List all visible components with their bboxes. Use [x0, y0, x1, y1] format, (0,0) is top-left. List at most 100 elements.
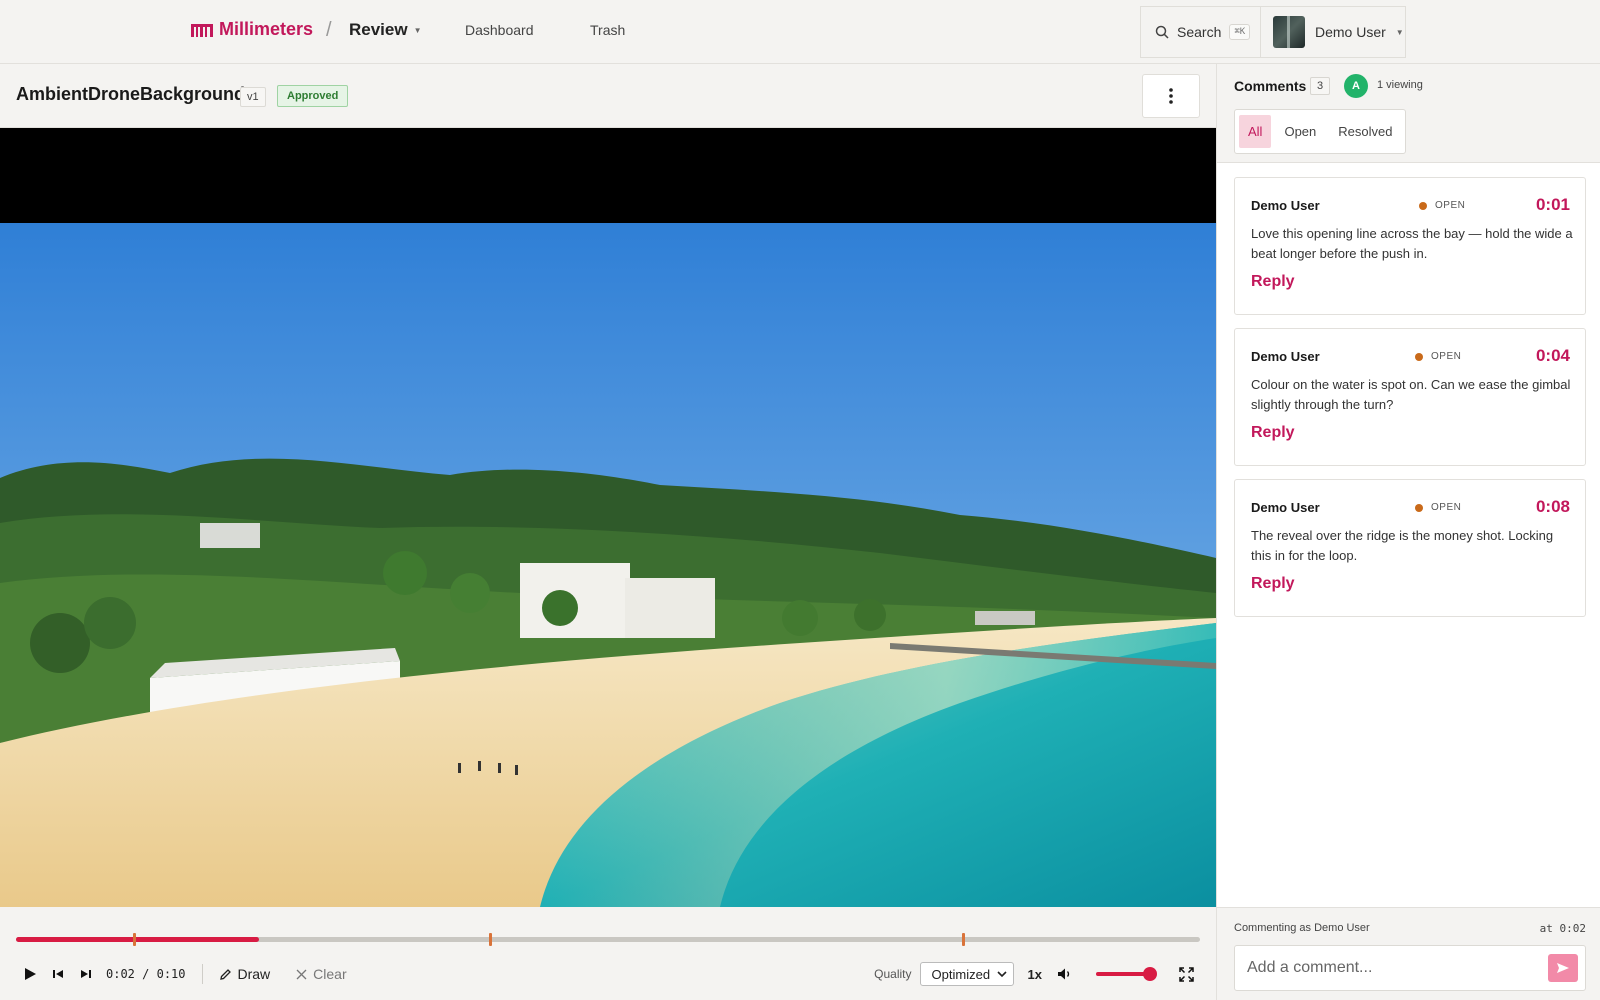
comment-body: Colour on the water is spot on. Can we e…: [1251, 377, 1571, 412]
send-icon: [1557, 963, 1569, 973]
draw-button[interactable]: Draw: [219, 966, 271, 982]
comment-body: The reveal over the ridge is the money s…: [1251, 528, 1554, 563]
time-separator: /: [134, 967, 157, 981]
duration: 0:10: [156, 967, 186, 981]
section-label: Review: [349, 20, 408, 39]
comments-header: Comments 3 A 1 viewing All Open Resolved: [1217, 64, 1600, 163]
status-label: OPEN: [1431, 502, 1462, 513]
user-name: Demo User: [1315, 24, 1386, 40]
status-dot-icon: [1415, 352, 1423, 361]
skip-forward-button[interactable]: [72, 960, 100, 988]
comment-filter-tabs: All Open Resolved: [1234, 109, 1407, 154]
play-icon: [25, 968, 36, 980]
brand-name: Millimeters: [219, 19, 314, 39]
nav-trash[interactable]: Trash: [590, 22, 625, 38]
comment-timestamp[interactable]: 0:08: [1536, 497, 1570, 517]
commenting-as-label: Commenting as Demo User: [1234, 922, 1370, 934]
asset-title-bar: AmbientDroneBackground v1 Approved: [0, 64, 1216, 128]
filter-tab-open[interactable]: Open: [1275, 115, 1325, 148]
play-button[interactable]: [16, 960, 44, 988]
comment-status: OPEN: [1415, 502, 1461, 513]
section-dropdown[interactable]: Review ▼: [349, 20, 422, 40]
player-controls: 0:02 / 0:10 Draw Clear Quality Optimized…: [0, 907, 1216, 1000]
volume-slider[interactable]: [1096, 967, 1157, 981]
comment-author: Demo User: [1251, 198, 1320, 213]
comment-card: Demo User OPEN 0:04 Colour on the water …: [1234, 328, 1586, 466]
search-shortcut: ⌘K: [1229, 24, 1251, 40]
video-frame-image: [0, 223, 1216, 907]
video-player[interactable]: [0, 128, 1216, 907]
quality-label: Quality: [874, 967, 912, 981]
comment-card: Demo User OPEN 0:01 Love this opening li…: [1234, 177, 1586, 315]
nav-dashboard[interactable]: Dashboard: [465, 22, 534, 38]
mute-button[interactable]: [1050, 960, 1078, 988]
send-button[interactable]: [1548, 954, 1578, 982]
skip-forward-icon: [81, 970, 91, 978]
vertical-dots-icon: [1169, 88, 1173, 104]
comment-status: OPEN: [1419, 200, 1465, 211]
comment-timestamp[interactable]: 0:01: [1536, 195, 1570, 215]
clear-label: Clear: [313, 966, 347, 982]
search-icon: [1155, 25, 1169, 39]
comment-marker[interactable]: [962, 933, 966, 946]
comment-count-badge: 3: [1310, 77, 1331, 95]
asset-title: AmbientDroneBackground: [16, 84, 246, 104]
skip-back-button[interactable]: [44, 960, 72, 988]
comment-composer: Commenting as Demo User at 0:02: [1217, 907, 1600, 1000]
top-bar: Millimeters / Review ▼ Dashboard Trash S…: [0, 0, 1600, 64]
playback-speed-button[interactable]: 1x: [1028, 967, 1042, 982]
caret-down-icon: ▼: [1395, 27, 1404, 37]
reply-button[interactable]: Reply: [1251, 424, 1295, 442]
status-dot-icon: [1419, 201, 1427, 210]
quality-value: Optimized: [931, 966, 991, 982]
brand-logo-link[interactable]: Millimeters: [191, 19, 313, 40]
comment-marker[interactable]: [488, 933, 492, 946]
skip-back-icon: [53, 970, 63, 978]
reply-button[interactable]: Reply: [1251, 575, 1295, 593]
timeline-progress: [16, 937, 259, 942]
status-badge[interactable]: Approved: [277, 85, 349, 107]
divider: [201, 964, 203, 984]
control-row: 0:02 / 0:10 Draw Clear Quality Optimized…: [16, 957, 1200, 991]
user-menu[interactable]: Demo User ▼: [1260, 6, 1406, 58]
timeline-scrubber[interactable]: [16, 933, 1200, 946]
draw-label: Draw: [237, 966, 271, 982]
comment-author: Demo User: [1251, 500, 1320, 515]
chevron-down-icon: [996, 970, 1007, 977]
comment-body: Love this opening line across the bay — …: [1251, 226, 1573, 261]
caret-down-icon: ▼: [413, 25, 422, 35]
status-label: OPEN: [1431, 351, 1462, 362]
volume-icon: [1057, 968, 1069, 980]
fullscreen-button[interactable]: [1172, 960, 1200, 988]
comment-status: OPEN: [1415, 351, 1461, 362]
comment-input[interactable]: [1234, 945, 1586, 991]
comment-at-time: at 0:02: [1539, 922, 1586, 935]
comment-marker[interactable]: [133, 933, 137, 946]
quality-select[interactable]: Optimized: [919, 962, 1014, 986]
comment-card: Demo User OPEN 0:08 The reveal over the …: [1234, 479, 1586, 617]
avatar: [1273, 16, 1305, 48]
comment-author: Demo User: [1251, 349, 1320, 364]
filter-tab-resolved[interactable]: Resolved: [1329, 115, 1401, 148]
comments-panel: Comments 3 A 1 viewing All Open Resolved…: [1216, 64, 1600, 1000]
current-time: 0:02: [106, 967, 135, 981]
clear-button[interactable]: Clear: [296, 966, 347, 982]
viewer-avatar: A: [1344, 74, 1368, 98]
millimeters-logo-icon: [191, 23, 213, 37]
version-badge[interactable]: v1: [240, 87, 266, 107]
search-button[interactable]: Search ⌘K: [1140, 6, 1261, 58]
status-label: OPEN: [1435, 200, 1466, 211]
video-frame[interactable]: [0, 223, 1216, 907]
breadcrumb-separator: /: [326, 19, 332, 41]
volume-handle[interactable]: [1143, 967, 1157, 981]
reply-button[interactable]: Reply: [1251, 273, 1295, 291]
filter-tab-all[interactable]: All: [1239, 115, 1272, 148]
more-options-button[interactable]: [1142, 74, 1200, 118]
viewing-count: 1 viewing: [1377, 79, 1423, 91]
search-label: Search: [1177, 24, 1222, 40]
comment-timestamp[interactable]: 0:04: [1536, 346, 1570, 366]
close-icon: [296, 969, 307, 979]
fullscreen-icon: [1178, 966, 1194, 982]
comments-title: Comments: [1234, 78, 1307, 94]
pencil-icon: [219, 968, 231, 980]
